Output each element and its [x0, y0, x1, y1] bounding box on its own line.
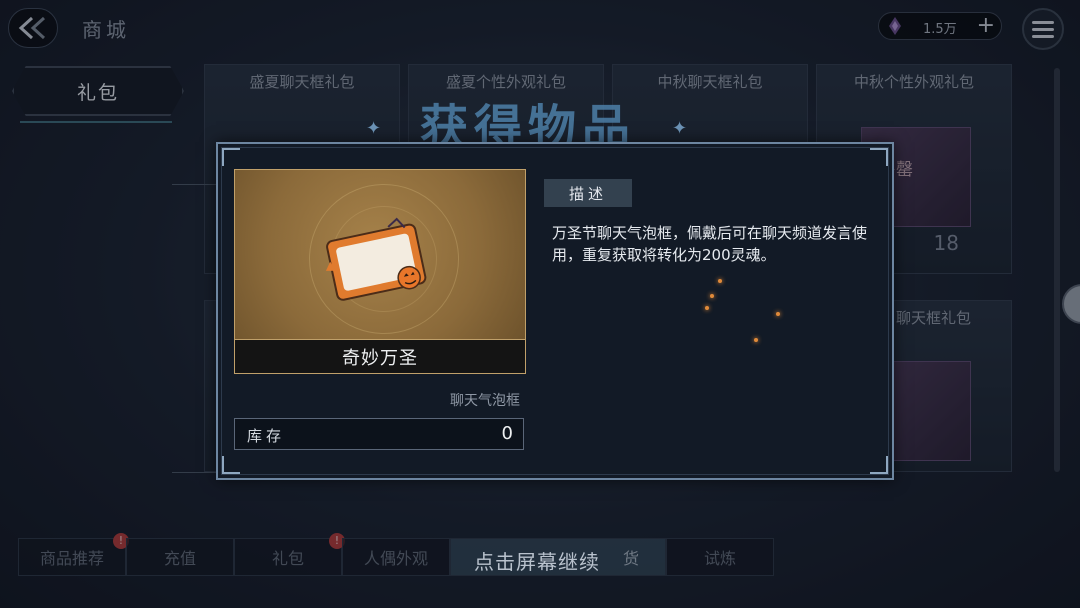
- item-type: 聊天气泡框: [450, 393, 520, 409]
- add-currency-button[interactable]: +: [977, 13, 995, 39]
- tab-gift-pack[interactable]: 礼包 !: [234, 533, 345, 576]
- category-underline: [20, 121, 172, 125]
- scrollbar[interactable]: [1054, 68, 1060, 472]
- tab-recharge[interactable]: 充值: [126, 538, 234, 576]
- dialog-corner: [222, 148, 240, 166]
- divider: [172, 472, 216, 473]
- dialog-corner: [222, 456, 240, 474]
- item-image: [234, 169, 526, 340]
- ember-particle: [776, 312, 780, 316]
- tab-label: 充值: [163, 549, 196, 568]
- product-name: 盛夏聊天框礼包: [249, 73, 355, 91]
- tab-label: 货: [622, 549, 639, 568]
- ember-particle: [705, 306, 709, 310]
- stock-value: 0: [501, 423, 513, 444]
- currency-value: 1.5万: [923, 22, 957, 37]
- dialog-corner: [870, 148, 888, 166]
- side-drawer-handle[interactable]: [1062, 284, 1080, 324]
- product-count: 18: [933, 231, 959, 255]
- tab-label: 商品推荐: [39, 549, 104, 568]
- divider: [172, 184, 216, 185]
- product-name: 中秋个性外观礼包: [853, 73, 974, 91]
- product-name: 中秋聊天框礼包: [657, 73, 763, 91]
- tab-label: 人偶外观: [363, 549, 428, 568]
- ember-particle: [718, 279, 722, 283]
- stock-field: 库存 0: [234, 418, 524, 450]
- stock-label: 库存: [247, 427, 286, 445]
- tab-label: 试炼: [703, 549, 736, 568]
- back-button[interactable]: [8, 8, 58, 48]
- page-title: 商城: [82, 18, 130, 42]
- sparkle-icon: ✦: [366, 118, 382, 139]
- dialog-corner: [870, 456, 888, 474]
- tap-to-continue-hint[interactable]: 点击屏幕继续: [474, 546, 600, 575]
- item-description: 万圣节聊天气泡框，佩戴后可在聊天频道发言使用，重复获取将转化为200灵魂。: [552, 224, 868, 264]
- tab-trial[interactable]: 试炼: [666, 538, 774, 576]
- tab-doll-appearance[interactable]: 人偶外观: [342, 538, 450, 576]
- ember-particle: [754, 338, 758, 342]
- soul-currency-icon: [889, 17, 901, 35]
- menu-button[interactable]: [1022, 8, 1064, 50]
- currency-display: 1.5万 +: [878, 12, 1002, 40]
- menu-icon: [1032, 20, 1054, 24]
- back-arrow-icon: [18, 16, 46, 40]
- item-name: 奇妙万圣: [234, 340, 526, 374]
- ember-particle: [710, 294, 714, 298]
- category-gift-pack[interactable]: 礼包: [12, 66, 184, 116]
- tab-recommended[interactable]: 商品推荐 !: [18, 533, 129, 576]
- sparkle-icon: ✦: [672, 118, 688, 139]
- item-obtained-dialog: 奇妙万圣 聊天气泡框 库存 0 描述 万圣节聊天气泡框，佩戴后可在聊天频道发言使…: [216, 142, 894, 480]
- description-tab: 描述: [544, 179, 632, 207]
- tab-label: 礼包: [271, 549, 304, 568]
